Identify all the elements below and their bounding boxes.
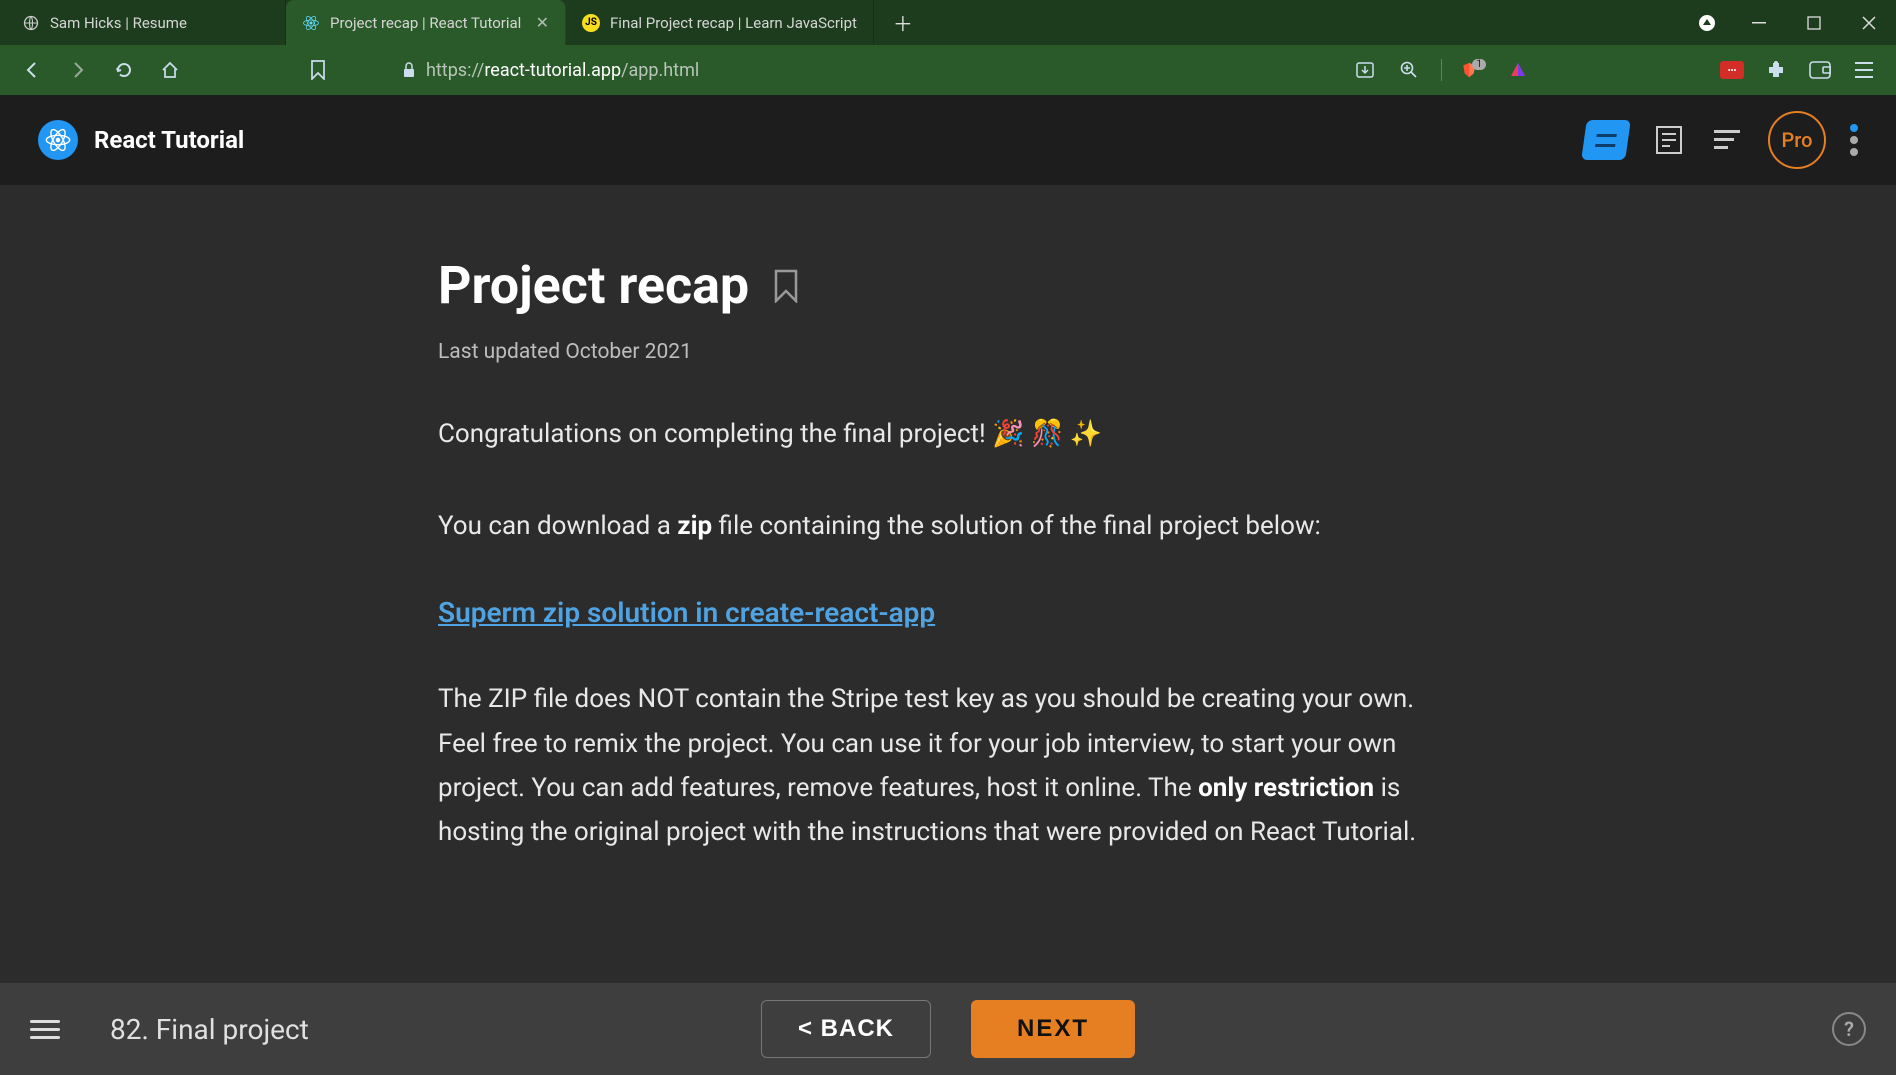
window-maximize-button[interactable] [1786, 0, 1841, 45]
browser-tab-active[interactable]: Project recap | React Tutorial ✕ [286, 0, 566, 45]
zoom-icon[interactable] [1397, 58, 1421, 82]
brave-shields-icon[interactable]: 1 [1462, 58, 1486, 82]
browser-tab[interactable]: Sam Hicks | Resume [6, 0, 286, 45]
browser-tab[interactable]: JS Final Project recap | Learn JavaScrip… [566, 0, 874, 45]
back-button[interactable]: < BACK [761, 1000, 931, 1058]
lock-icon [402, 62, 416, 78]
extension-lastpass-icon[interactable]: ••• [1720, 58, 1744, 82]
next-button[interactable]: NEXT [971, 1000, 1135, 1058]
home-button[interactable] [158, 58, 182, 82]
close-icon[interactable]: ✕ [536, 13, 549, 32]
reload-button[interactable] [112, 58, 136, 82]
flashcards-icon[interactable] [1581, 120, 1631, 160]
bookmark-outline-icon[interactable] [773, 269, 799, 303]
window-minimize-button[interactable] [1731, 0, 1786, 45]
new-tab-button[interactable]: ＋ [888, 8, 918, 38]
brave-rewards-icon[interactable] [1693, 9, 1721, 37]
content-area: Project recap Last updated October 2021 … [0, 185, 1896, 983]
brave-rewards-triangle-icon[interactable] [1506, 58, 1530, 82]
last-updated: Last updated October 2021 [438, 340, 1458, 364]
help-button[interactable]: ? [1832, 1012, 1866, 1046]
wallet-icon[interactable] [1808, 58, 1832, 82]
globe-icon [22, 14, 40, 32]
notes-icon[interactable] [1652, 123, 1686, 157]
pro-badge[interactable]: Pro [1768, 111, 1826, 169]
js-favicon-icon: JS [582, 14, 600, 32]
lesson-title: 82. Final project [110, 1013, 309, 1046]
app-menu-button[interactable] [1850, 124, 1858, 156]
bookmark-icon[interactable] [306, 58, 330, 82]
app-title: React Tutorial [94, 126, 244, 154]
window-close-button[interactable] [1841, 0, 1896, 45]
toolbar: https://react-tutorial.app/app.html 1 ••… [0, 45, 1896, 95]
url-text: https://react-tutorial.app/app.html [426, 60, 699, 81]
nav-back-button[interactable] [20, 58, 44, 82]
tab-title: Final Project recap | Learn JavaScript [610, 14, 857, 32]
paragraph: The ZIP file does NOT contain the Stripe… [438, 677, 1458, 854]
download-link[interactable]: Superm zip solution in create-react-app [438, 596, 935, 629]
lesson-footer: 82. Final project < BACK NEXT ? [0, 983, 1896, 1075]
paragraph: Congratulations on completing the final … [438, 412, 1458, 456]
paragraph: You can download a zip file containing t… [438, 504, 1458, 548]
install-app-icon[interactable] [1353, 58, 1377, 82]
app-menu-icon[interactable] [1852, 58, 1876, 82]
shield-count-badge: 1 [1472, 59, 1486, 70]
page-title: Project recap [438, 255, 1458, 316]
app-header: React Tutorial Pro [0, 95, 1896, 185]
address-bar[interactable]: https://react-tutorial.app/app.html [352, 60, 1331, 81]
tab-title: Sam Hicks | Resume [50, 14, 187, 32]
menu-button[interactable] [30, 1020, 60, 1039]
chapters-icon[interactable] [1710, 123, 1744, 157]
react-favicon-icon [302, 14, 320, 32]
celebrate-emoji: 🎉 🎊 ✨ [992, 419, 1102, 449]
tab-title: Project recap | React Tutorial [330, 14, 521, 32]
extensions-icon[interactable] [1764, 58, 1788, 82]
browser-tab-strip: Sam Hicks | Resume Project recap | React… [0, 0, 1896, 45]
react-logo-icon [38, 120, 78, 160]
nav-forward-button[interactable] [66, 58, 90, 82]
separator [1441, 59, 1442, 81]
app-logo[interactable]: React Tutorial [38, 120, 244, 160]
